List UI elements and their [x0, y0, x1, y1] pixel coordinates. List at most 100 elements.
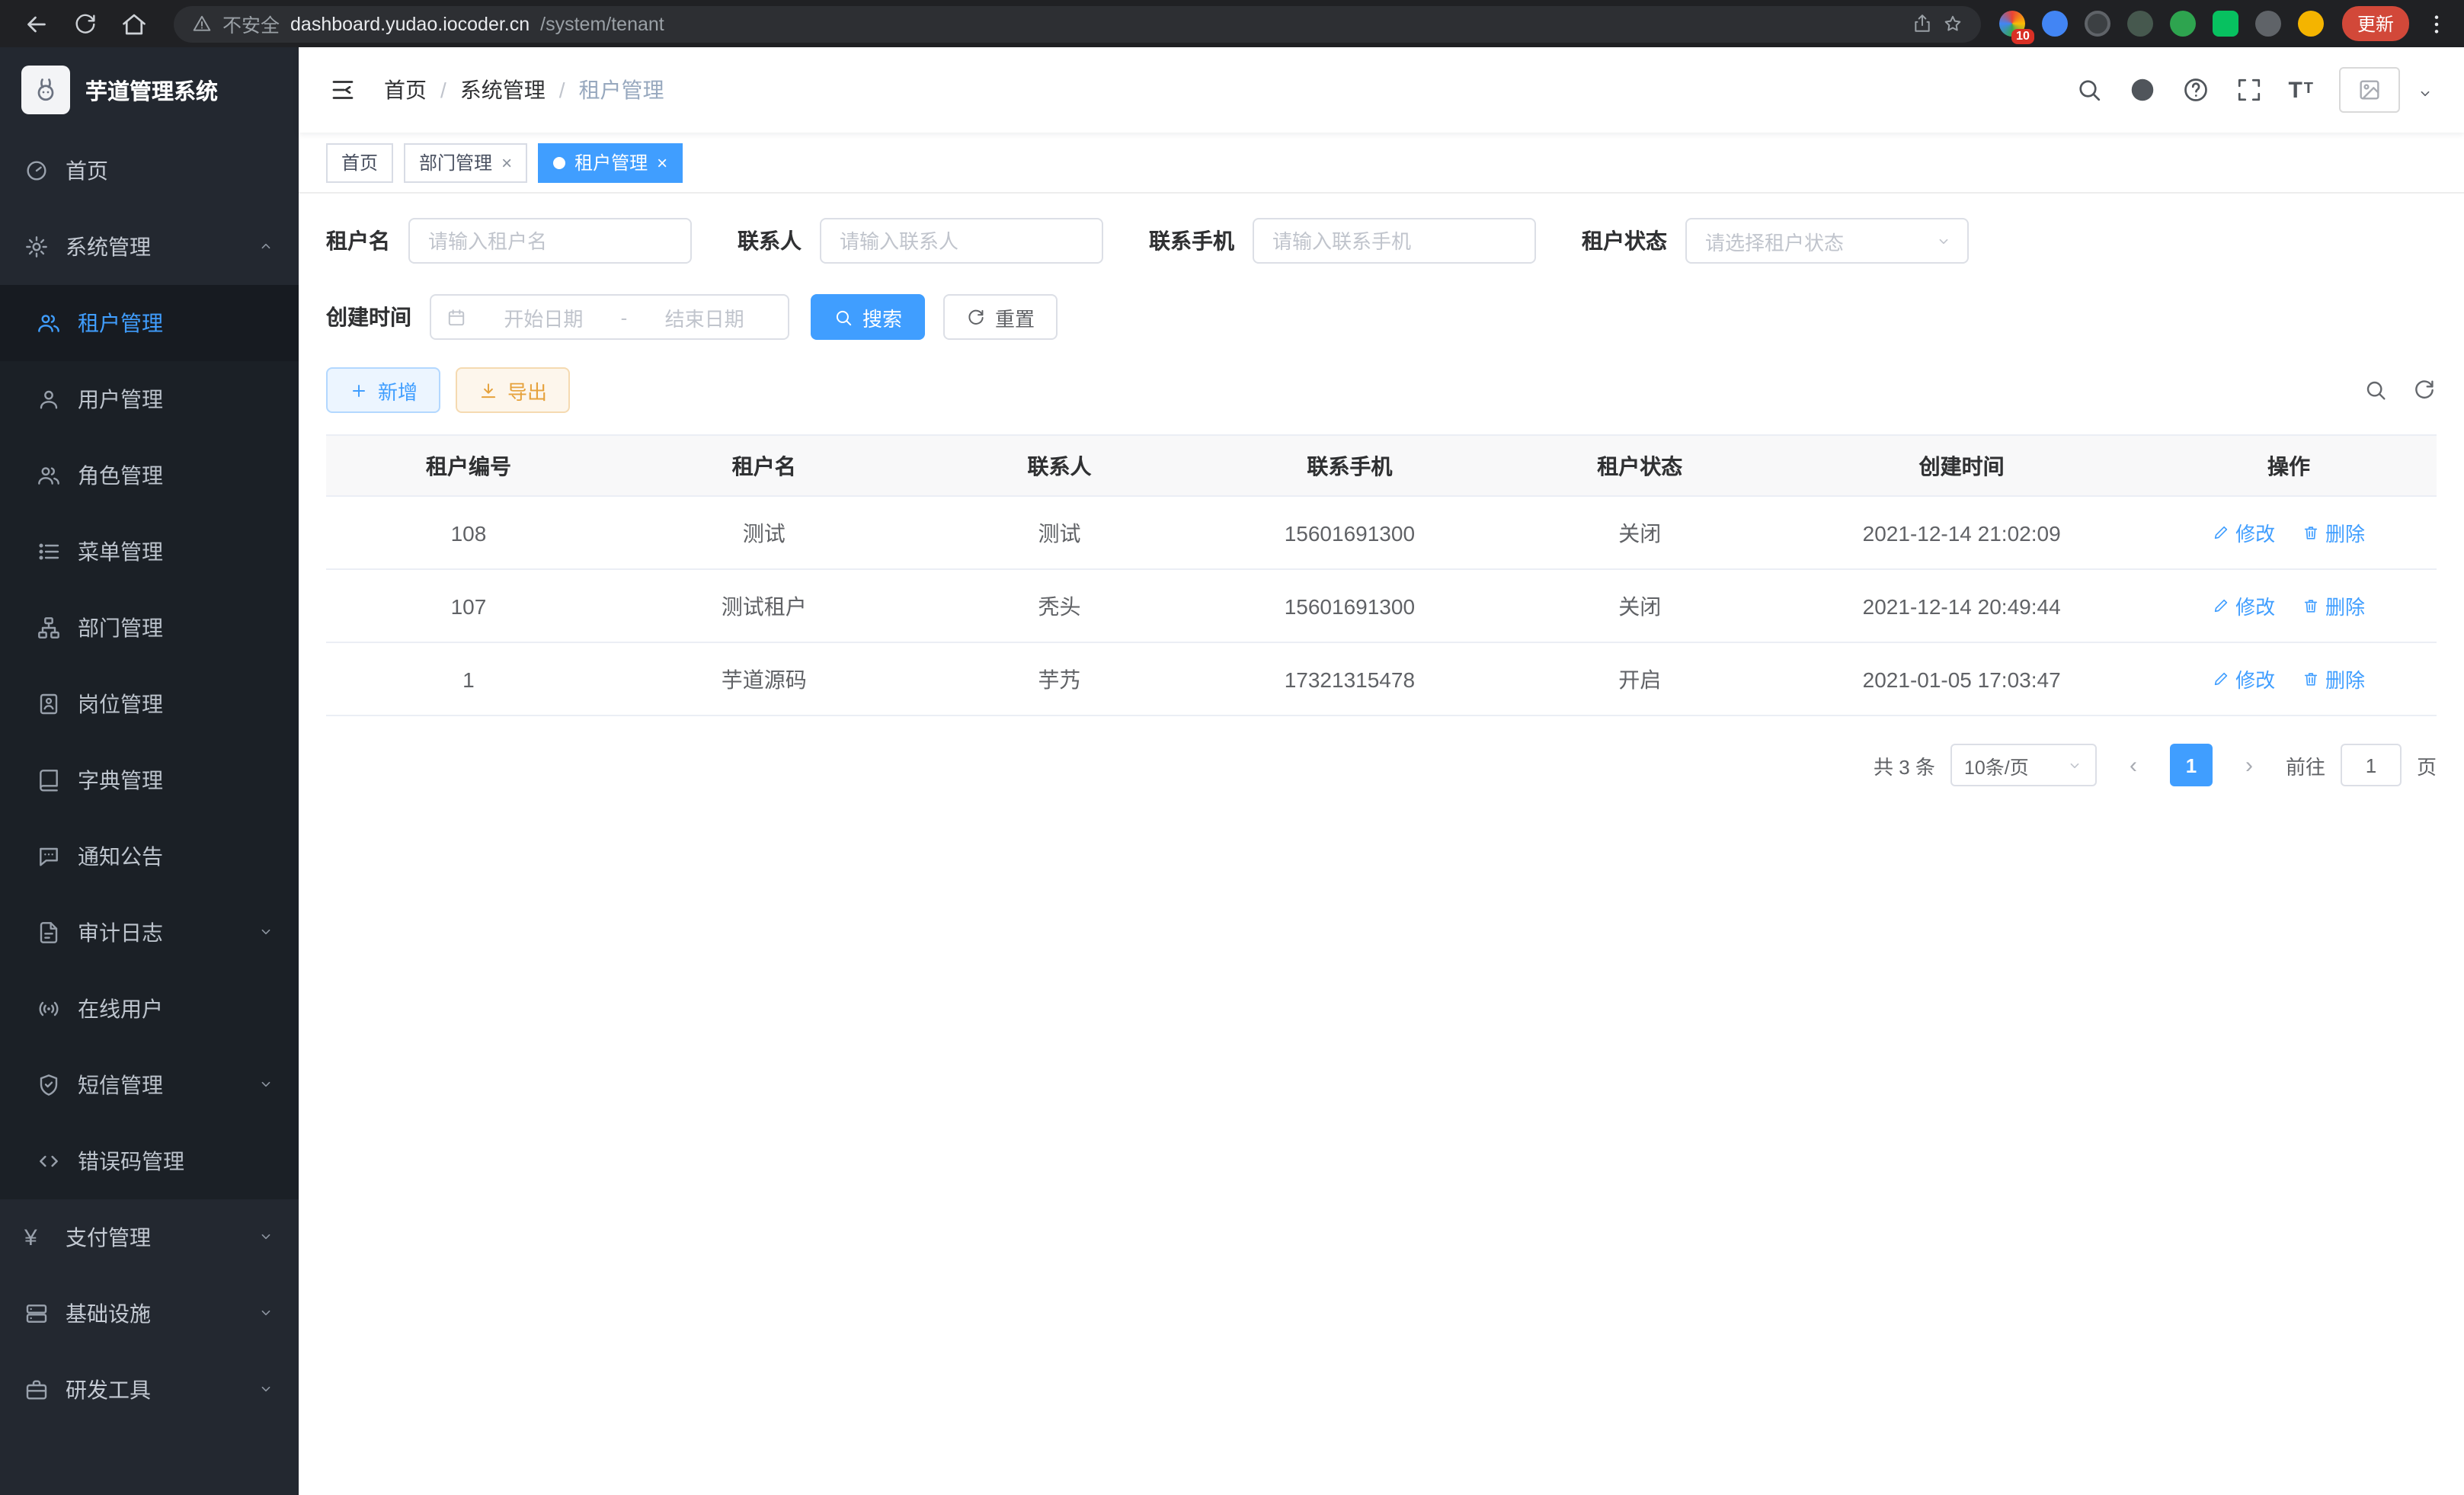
sidebar-item-user[interactable]: 用户管理 [0, 361, 299, 437]
browser-back-icon[interactable] [15, 4, 58, 43]
help-icon[interactable] [2181, 76, 2209, 104]
goto-page-input[interactable] [2341, 744, 2402, 786]
filter-tenant-name: 租户名 [326, 218, 692, 264]
edit-link[interactable]: 修改 [2213, 518, 2275, 547]
plus-icon [349, 380, 369, 400]
tenant-table: 租户编号 租户名 联系人 联系手机 租户状态 创建时间 操作 108 测试 [326, 434, 2437, 716]
field-label: 联系手机 [1149, 226, 1253, 256]
export-button[interactable]: 导出 [456, 367, 570, 413]
prev-page-button[interactable] [2112, 744, 2155, 786]
tab-dept[interactable]: 部门管理 [404, 142, 527, 182]
sidebar-item-devtools[interactable]: 研发工具 [0, 1352, 299, 1428]
cell-phone: 15601691300 [1202, 496, 1498, 569]
table-tools [2363, 378, 2437, 402]
sidebar-menu: 首页 系统管理 租户管理 用户管理 [0, 133, 299, 1495]
page-number-1[interactable]: 1 [2170, 744, 2213, 786]
address-bar[interactable]: 不安全 dashboard.yudao.iocoder.cn/system/te… [174, 5, 1981, 42]
sidebar-item-sms[interactable]: 短信管理 [0, 1047, 299, 1123]
url-path: /system/tenant [540, 13, 664, 34]
tab-label: 部门管理 [419, 149, 492, 175]
browser-menu-icon[interactable] [2424, 11, 2449, 36]
refresh-table-icon[interactable] [2412, 378, 2437, 402]
delete-link[interactable]: 删除 [2302, 518, 2365, 547]
date-range-picker[interactable]: 开始日期 - 结束日期 [430, 294, 789, 340]
add-button[interactable]: 新增 [326, 367, 440, 413]
extension-icon-1[interactable]: 10 [1999, 11, 2025, 37]
bookmark-star-icon[interactable] [1943, 14, 1963, 34]
col-header-phone: 联系手机 [1202, 435, 1498, 496]
col-header-contact: 联系人 [917, 435, 1202, 496]
cell-actions: 修改 删除 [2141, 496, 2437, 569]
sidebar-item-menu[interactable]: 菜单管理 [0, 514, 299, 590]
extension-icon-3[interactable] [2085, 11, 2110, 37]
sidebar-item-system[interactable]: 系统管理 [0, 209, 299, 285]
phone-input[interactable] [1253, 218, 1536, 264]
download-icon [478, 380, 498, 400]
extensions-row: 10 [1999, 11, 2324, 37]
server-icon [24, 1301, 49, 1326]
sidebar-item-infra[interactable]: 基础设施 [0, 1276, 299, 1352]
browser-home-icon[interactable] [113, 4, 155, 43]
sidebar-item-dict[interactable]: 字典管理 [0, 742, 299, 818]
fullscreen-icon[interactable] [2235, 76, 2262, 104]
active-tab-dot [553, 156, 565, 168]
sidebar-item-home[interactable]: 首页 [0, 133, 299, 209]
tab-close-icon[interactable] [657, 153, 667, 171]
extension-icon-8[interactable] [2298, 11, 2324, 37]
cell-phone: 15601691300 [1202, 569, 1498, 642]
security-label: 不安全 [222, 9, 280, 38]
extension-icon-2[interactable] [2042, 11, 2068, 37]
user-avatar[interactable] [2339, 67, 2400, 113]
page-size-select[interactable]: 10条/页 [1950, 744, 2097, 786]
browser-update-button[interactable]: 更新 [2342, 6, 2409, 41]
breadcrumb-system[interactable]: 系统管理 [427, 75, 546, 105]
system-submenu: 租户管理 用户管理 角色管理 菜单管理 [0, 285, 299, 1199]
font-size-icon[interactable]: T [2288, 78, 2313, 101]
sidebar-item-dept[interactable]: 部门管理 [0, 590, 299, 666]
logo[interactable]: 芋道管理系统 [0, 47, 299, 133]
tab-tenant[interactable]: 租户管理 [538, 142, 683, 182]
sidebar-item-audit[interactable]: 审计日志 [0, 895, 299, 971]
calendar-icon [446, 307, 466, 327]
delete-link[interactable]: 删除 [2302, 591, 2365, 620]
edit-link[interactable]: 修改 [2213, 664, 2275, 693]
extension-icon-5[interactable] [2170, 11, 2196, 37]
browser-reload-icon[interactable] [64, 4, 107, 43]
extension-icon-7[interactable] [2255, 11, 2281, 37]
goto-suffix: 页 [2417, 751, 2437, 780]
reset-button[interactable]: 重置 [943, 294, 1058, 340]
edit-link[interactable]: 修改 [2213, 591, 2275, 620]
tab-home[interactable]: 首页 [326, 142, 393, 182]
sidebar: 芋道管理系统 首页 系统管理 租户管理 [0, 47, 299, 1495]
sidebar-item-tenant[interactable]: 租户管理 [0, 285, 299, 361]
signal-icon [37, 997, 61, 1021]
chevron-down-icon [258, 1073, 274, 1097]
search-icon[interactable] [2075, 76, 2102, 104]
sidebar-item-label: 字典管理 [78, 765, 163, 796]
tenant-name-input[interactable] [408, 218, 692, 264]
share-icon[interactable] [1912, 14, 1932, 34]
sidebar-item-pay[interactable]: ¥ 支付管理 [0, 1199, 299, 1276]
button-label: 导出 [507, 376, 547, 405]
delete-link[interactable]: 删除 [2302, 664, 2365, 693]
breadcrumb-current: 租户管理 [546, 75, 664, 105]
status-select[interactable]: 请选择租户状态 [1685, 218, 1969, 264]
chevron-down-icon [258, 1301, 274, 1326]
sidebar-item-online[interactable]: 在线用户 [0, 971, 299, 1047]
button-label: 重置 [995, 303, 1035, 331]
contact-input[interactable] [820, 218, 1103, 264]
extension-icon-4[interactable] [2127, 11, 2153, 37]
search-button[interactable]: 搜索 [811, 294, 925, 340]
sidebar-item-post[interactable]: 岗位管理 [0, 666, 299, 742]
github-icon[interactable] [2128, 76, 2155, 104]
sidebar-item-errorcode[interactable]: 错误码管理 [0, 1123, 299, 1199]
tab-close-icon[interactable] [501, 153, 512, 171]
toggle-search-icon[interactable] [2363, 378, 2388, 402]
sidebar-item-role[interactable]: 角色管理 [0, 437, 299, 514]
avatar-caret-down-icon[interactable] [2417, 82, 2434, 113]
extension-icon-6[interactable] [2213, 11, 2238, 37]
sidebar-item-notice[interactable]: 通知公告 [0, 818, 299, 895]
sidebar-collapse-icon[interactable] [329, 76, 357, 104]
next-page-button[interactable] [2228, 744, 2270, 786]
breadcrumb-home[interactable]: 首页 [384, 75, 427, 105]
